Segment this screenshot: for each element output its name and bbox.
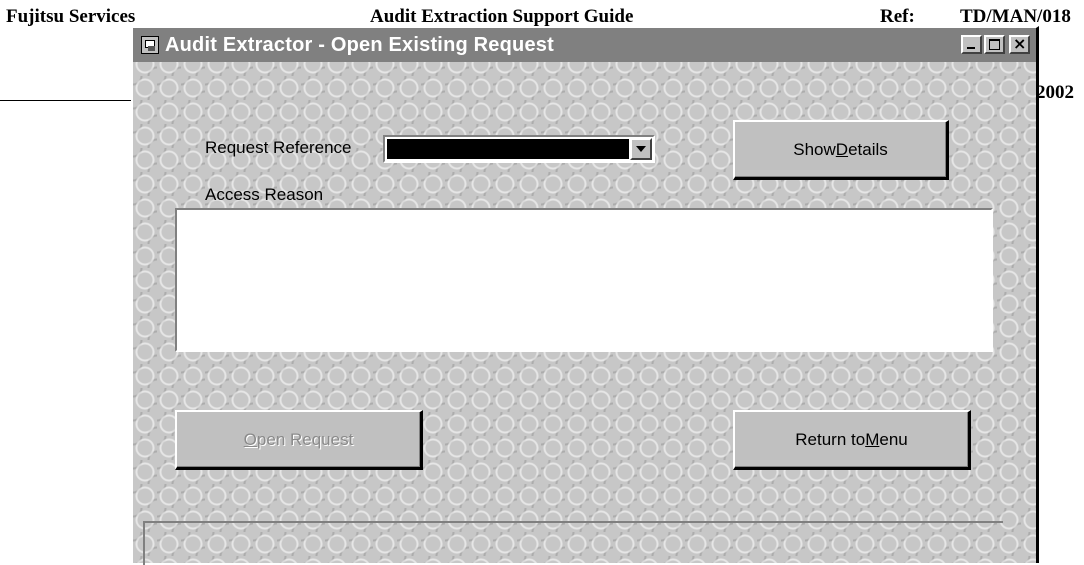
return-to-menu-mnemonic: M bbox=[865, 429, 880, 449]
show-details-button[interactable]: Show Details bbox=[733, 120, 949, 180]
return-to-menu-button[interactable]: Return to Menu bbox=[733, 410, 971, 470]
open-request-label: pen Request bbox=[256, 429, 354, 449]
minimize-button[interactable] bbox=[961, 35, 982, 54]
request-reference-combobox[interactable] bbox=[383, 135, 655, 163]
return-to-menu-label-rest: enu bbox=[879, 429, 908, 449]
open-request-button[interactable]: Open Request bbox=[175, 410, 423, 470]
doc-header-title: Audit Extraction Support Guide bbox=[370, 6, 634, 27]
request-reference-value bbox=[387, 139, 629, 159]
window-title: Audit Extractor - Open Existing Request bbox=[165, 33, 554, 56]
access-reason-textarea[interactable] bbox=[175, 208, 993, 352]
title-bar[interactable]: Audit Extractor - Open Existing Request … bbox=[133, 28, 1036, 62]
app-window-icon[interactable] bbox=[141, 36, 159, 54]
open-existing-request-window: Audit Extractor - Open Existing Request … bbox=[131, 26, 1039, 565]
status-bar bbox=[143, 521, 1003, 565]
doc-header-rule bbox=[0, 100, 140, 101]
close-icon: × bbox=[1013, 34, 1027, 53]
doc-header-date: 2002 bbox=[1036, 82, 1074, 103]
dropdown-arrow-icon[interactable] bbox=[630, 138, 652, 160]
request-reference-label: Request Reference bbox=[205, 138, 352, 157]
return-to-menu-label: Return to bbox=[795, 429, 866, 449]
show-details-mnemonic: D bbox=[835, 139, 849, 159]
window-controls: × bbox=[961, 34, 1030, 54]
maximize-button[interactable] bbox=[984, 35, 1005, 54]
open-request-mnemonic: O bbox=[243, 429, 257, 449]
show-details-label-rest: etails bbox=[848, 139, 888, 159]
close-button[interactable]: × bbox=[1009, 34, 1030, 54]
show-details-label: Show bbox=[793, 139, 836, 159]
doc-header-company: Fujitsu Services bbox=[6, 6, 136, 27]
doc-header-ref-value: TD/MAN/018 bbox=[960, 6, 1071, 27]
doc-header-ref-label: Ref: bbox=[880, 6, 915, 27]
access-reason-label: Access Reason bbox=[205, 185, 324, 204]
